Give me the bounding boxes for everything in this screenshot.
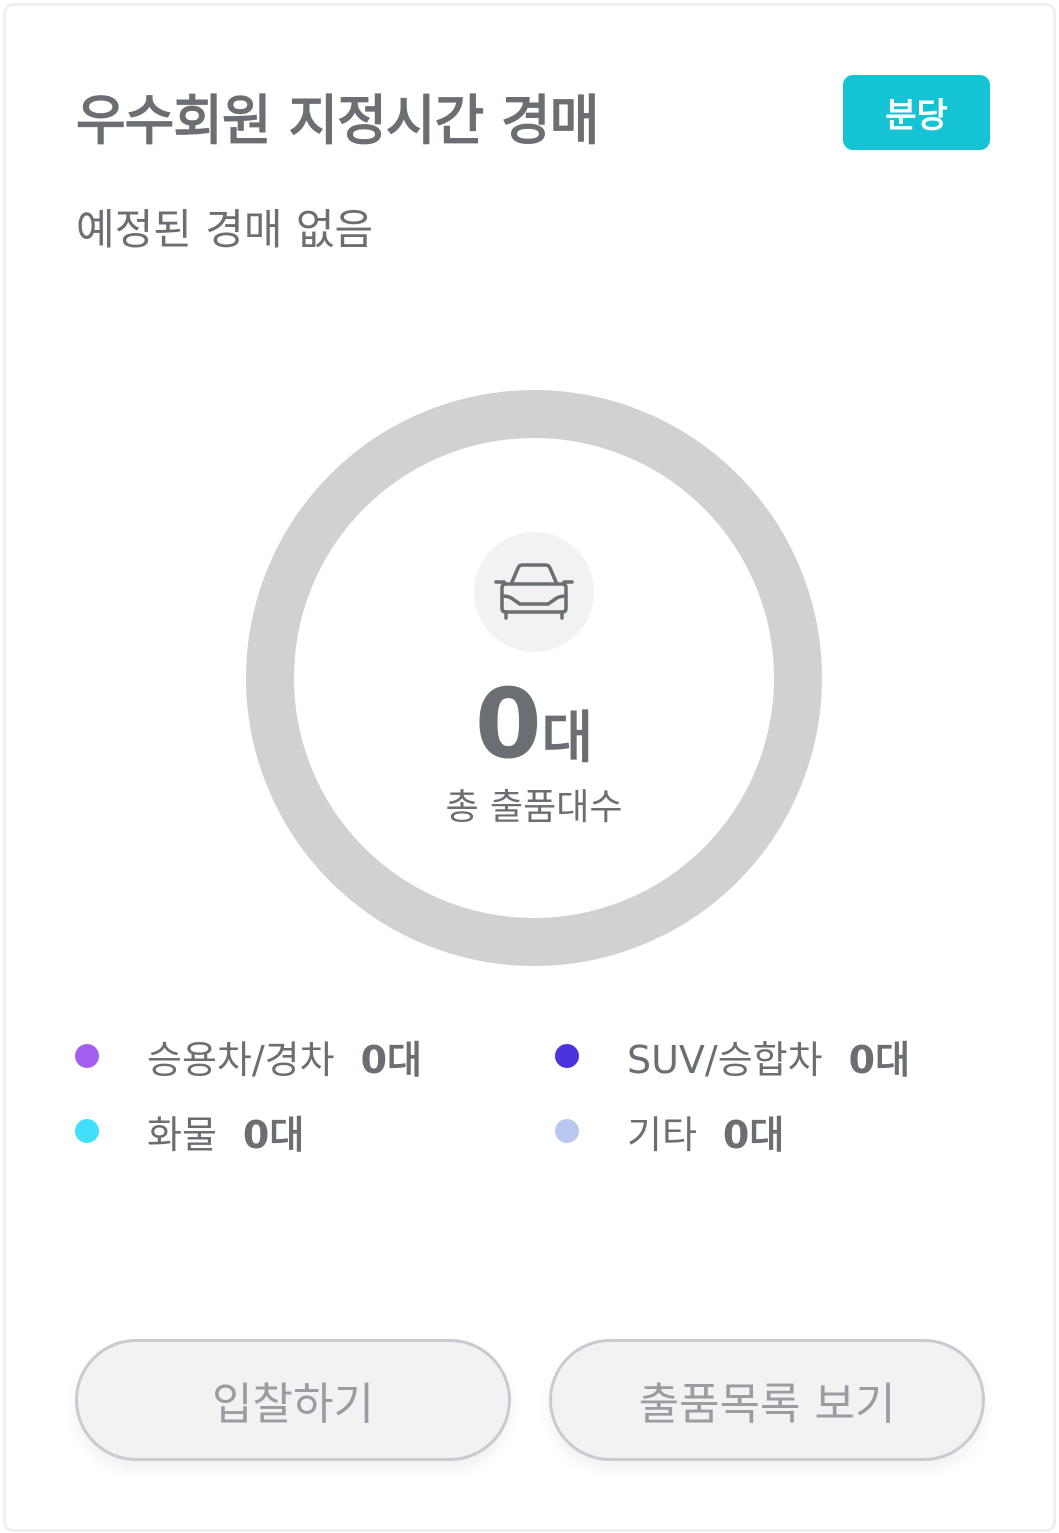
view-listing-button[interactable]: 출품목록 보기 (549, 1339, 985, 1461)
page-title: 우수회원 지정시간 경매 (76, 89, 599, 152)
total-count: 0대 (246, 668, 822, 780)
legend-dot-suv (555, 1044, 579, 1068)
bid-button[interactable]: 입찰하기 (75, 1339, 511, 1461)
total-count-unit: 대 (541, 706, 594, 771)
legend-label: SUV/승합차 (627, 1037, 823, 1082)
total-count-ring: 0대 총 출품대수 (246, 390, 822, 966)
auction-status-text: 예정된 경매 없음 (76, 205, 374, 254)
car-icon (494, 563, 574, 620)
total-count-number: 0 (474, 668, 542, 780)
legend-label: 승용차/경차 (147, 1037, 335, 1082)
legend-dot-truck (75, 1119, 99, 1143)
legend-item-other: 기타 0대 (555, 1106, 785, 1157)
legend-count: 0대 (242, 1112, 305, 1157)
legend-count: 0대 (848, 1037, 911, 1082)
legend-dot-passenger (75, 1044, 99, 1068)
legend-count: 0대 (722, 1112, 785, 1157)
legend-dot-other (555, 1119, 579, 1143)
legend-label: 기타 (627, 1112, 697, 1157)
legend-label: 화물 (147, 1112, 217, 1157)
legend-count: 0대 (360, 1037, 423, 1082)
total-count-label: 총 출품대수 (445, 787, 623, 828)
auction-card: 우수회원 지정시간 경매 분당 예정된 경매 없음 0대 총 출품대수 승용차/… (3, 3, 1056, 1532)
car-icon-container (474, 532, 594, 652)
legend-item-suv: SUV/승합차 0대 (555, 1031, 911, 1082)
branch-badge[interactable]: 분당 (843, 75, 990, 150)
legend-item-passenger: 승용차/경차 0대 (75, 1031, 423, 1082)
legend-item-truck: 화물 0대 (75, 1106, 305, 1157)
